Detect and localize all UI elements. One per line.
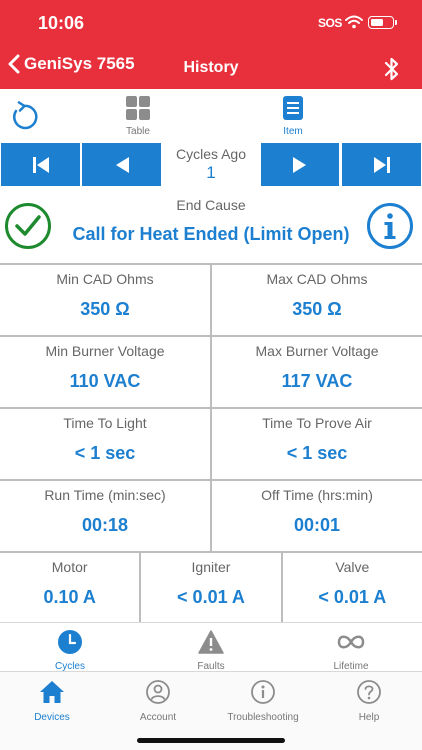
warning-icon [198,630,224,654]
off-time-label: Off Time (hrs:min) [261,487,373,503]
cycles-ago-label: Cycles Ago [175,146,247,162]
igniter-cell: Igniter < 0.01 A [141,553,283,623]
triangle-right-icon [293,156,306,173]
readings-row: Run Time (min:sec) 00:18 Off Time (hrs:m… [0,479,422,551]
status-time: 10:06 [38,13,85,33]
motor-label: Motor [51,559,88,575]
view-toolbar: Table Item [0,89,422,143]
time-to-light-label: Time To Light [63,415,147,431]
info-circle-icon [251,680,275,704]
info-icon[interactable] [366,202,414,250]
run-time-cell: Run Time (min:sec) 00:18 [0,481,212,551]
readings-row: Motor 0.10 A Igniter < 0.01 A Valve < 0.… [0,551,422,623]
time-to-prove-air-value: < 1 sec [286,443,348,463]
time-to-light-value: < 1 sec [74,443,136,463]
refresh-icon[interactable] [8,101,40,133]
valve-label: Valve [335,559,370,575]
view-table-button[interactable]: Table [108,95,168,137]
time-to-prove-air-cell: Time To Prove Air < 1 sec [212,409,422,479]
tab-account[interactable]: Account [108,679,208,723]
min-burner-voltage-value: 110 VAC [69,371,141,391]
account-icon [146,680,170,704]
cycles-ago-display: Cycles Ago 1 [161,143,261,186]
view-item-button[interactable]: Item [263,95,323,137]
max-burner-voltage-label: Max Burner Voltage [255,343,379,359]
tab-lifetime[interactable]: Lifetime [301,629,401,672]
readings-row: Min CAD Ohms 350 Ω Max CAD Ohms 350 Ω [0,263,422,335]
previous-cycle-button[interactable] [82,143,161,186]
skip-last-icon [373,156,390,173]
tab-devices[interactable]: Devices [2,679,102,723]
max-cad-ohms-label: Max CAD Ohms [266,271,368,287]
min-burner-voltage-label: Min Burner Voltage [45,343,165,359]
page-title: History [183,59,239,76]
end-cause-panel: End Cause Call for Heat Ended (Limit Ope… [0,188,422,263]
max-cad-ohms-cell: Max CAD Ohms 350 Ω [212,265,422,335]
cycle-pager: Cycles Ago 1 [0,143,422,186]
bluetooth-icon[interactable] [384,56,400,82]
last-cycle-button[interactable] [342,143,421,186]
min-burner-voltage-cell: Min Burner Voltage 110 VAC [0,337,212,407]
triangle-left-icon [115,156,129,173]
home-icon [40,681,64,703]
next-cycle-button[interactable] [261,143,339,186]
igniter-value: < 0.01 A [177,587,245,607]
wifi-icon [345,15,363,29]
nav-bar: GeniSys 7565 History [0,46,422,89]
first-cycle-button[interactable] [1,143,80,186]
run-time-label: Run Time (min:sec) [44,487,166,503]
off-time-value: 00:01 [293,515,341,535]
valve-value: < 0.01 A [318,587,387,607]
tab-cycles[interactable]: Cycles [20,629,120,672]
history-sub-tabs: Cycles Faults Lifetime [0,622,422,672]
infinity-icon [337,635,365,649]
help-icon [357,680,381,704]
battery-icon [368,16,397,29]
off-time-cell: Off Time (hrs:min) 00:01 [212,481,422,551]
time-to-prove-air-label: Time To Prove Air [262,415,372,431]
motor-value: 0.10 A [43,587,96,607]
time-to-light-cell: Time To Light < 1 sec [0,409,212,479]
max-burner-voltage-value: 117 VAC [281,371,353,391]
document-icon [283,96,303,120]
end-cause-label: End Cause [176,197,246,213]
run-time-value: 00:18 [81,515,129,535]
tab-faults[interactable]: Faults [161,629,261,672]
min-cad-ohms-cell: Min CAD Ohms 350 Ω [0,265,212,335]
grid-icon [126,96,150,120]
min-cad-ohms-label: Min CAD Ohms [56,271,154,287]
tab-devices-label: Devices [34,712,70,723]
home-indicator[interactable] [137,738,285,743]
status-bar: 10:06 SOS [0,0,422,46]
end-cause-value: Call for Heat Ended (Limit Open) [72,224,350,244]
max-cad-ohms-value: 350 Ω [292,299,342,319]
motor-cell: Motor 0.10 A [0,553,142,623]
view-table-label: Table [126,126,150,137]
igniter-label: Igniter [191,559,231,575]
tab-help[interactable]: Help [319,679,419,723]
tab-help-label: Help [358,712,380,723]
max-burner-voltage-cell: Max Burner Voltage 117 VAC [212,337,422,407]
tab-troubleshooting-label: Troubleshooting [227,712,299,723]
cycles-ago-value: 1 [206,163,216,182]
min-cad-ohms-value: 350 Ω [80,299,130,319]
clock-icon [58,630,82,654]
readings-row: Min Burner Voltage 110 VAC Max Burner Vo… [0,335,422,407]
readings-grid: Min CAD Ohms 350 Ω Max CAD Ohms 350 Ω Mi… [0,263,422,623]
valve-cell: Valve < 0.01 A [283,553,422,623]
readings-row: Time To Light < 1 sec Time To Prove Air … [0,407,422,479]
tab-troubleshooting[interactable]: Troubleshooting [213,679,313,723]
skip-first-icon [32,156,49,173]
sos-indicator: SOS [318,16,342,30]
view-item-label: Item [283,126,303,137]
app-header: 10:06 SOS GeniSys 7565 History [0,0,422,89]
tab-account-label: Account [139,712,177,723]
